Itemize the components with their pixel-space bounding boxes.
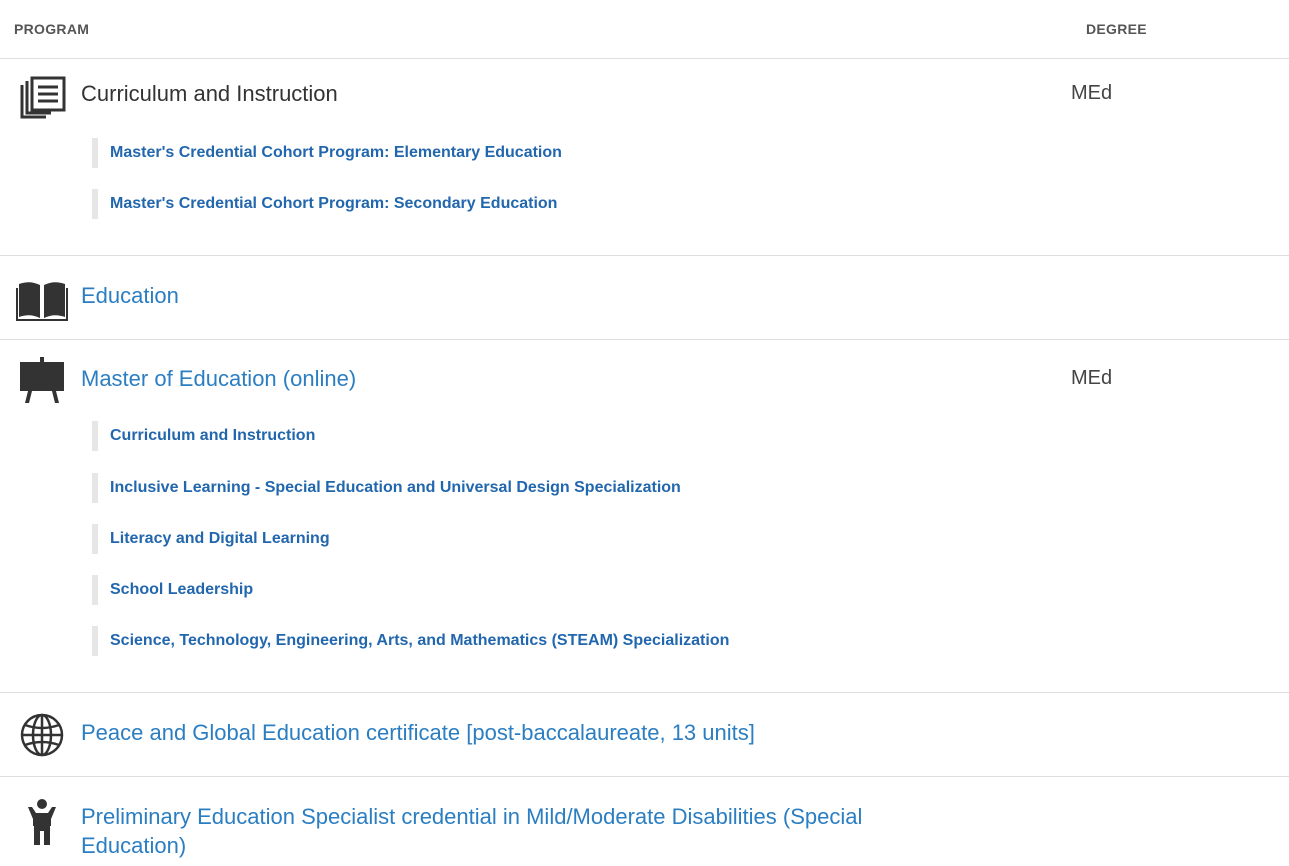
document-stack-icon [16,75,68,123]
sub-program-link[interactable]: School Leadership [92,575,253,605]
sub-program-link[interactable]: Master's Credential Cohort Program: Seco… [92,189,557,219]
sub-program-link[interactable]: Literacy and Digital Learning [92,524,330,554]
sub-program-link[interactable]: Inclusive Learning - Special Education a… [92,473,681,503]
program-link[interactable]: Education [81,281,179,310]
sub-program-link[interactable]: Master's Credential Cohort Program: Elem… [92,138,562,168]
program-row-peace-global: Peace and Global Education certificate [… [0,693,1289,777]
program-row-preliminary-specialist: Preliminary Education Specialist credent… [0,777,1289,866]
program-degree: MEd [1071,367,1113,389]
easel-icon [16,356,68,404]
sub-program-link[interactable]: Curriculum and Instruction [92,421,315,451]
degree-column-header: DEGREE [1086,21,1147,37]
program-row-education: Education [0,256,1289,340]
sub-program-link[interactable]: Science, Technology, Engineering, Arts, … [92,626,729,656]
program-link[interactable]: Peace and Global Education certificate [… [81,718,755,747]
open-book-icon [16,274,68,322]
program-link[interactable]: Master of Education (online) [81,364,356,393]
program-degree: MEd [1071,82,1113,104]
person-icon [16,799,68,847]
program-row-curriculum: Curriculum and Instruction MEd Master's … [0,59,1289,256]
globe-icon [16,711,68,759]
program-title: Curriculum and Instruction [81,81,338,106]
table-header: PROGRAM DEGREE [0,0,1289,59]
program-row-master-online: Master of Education (online) MEd Curricu… [0,340,1289,693]
program-link[interactable]: Preliminary Education Specialist credent… [81,802,901,860]
program-column-header: PROGRAM [14,21,90,37]
programs-table: PROGRAM DEGREE Curriculum and Instructio… [0,0,1289,866]
